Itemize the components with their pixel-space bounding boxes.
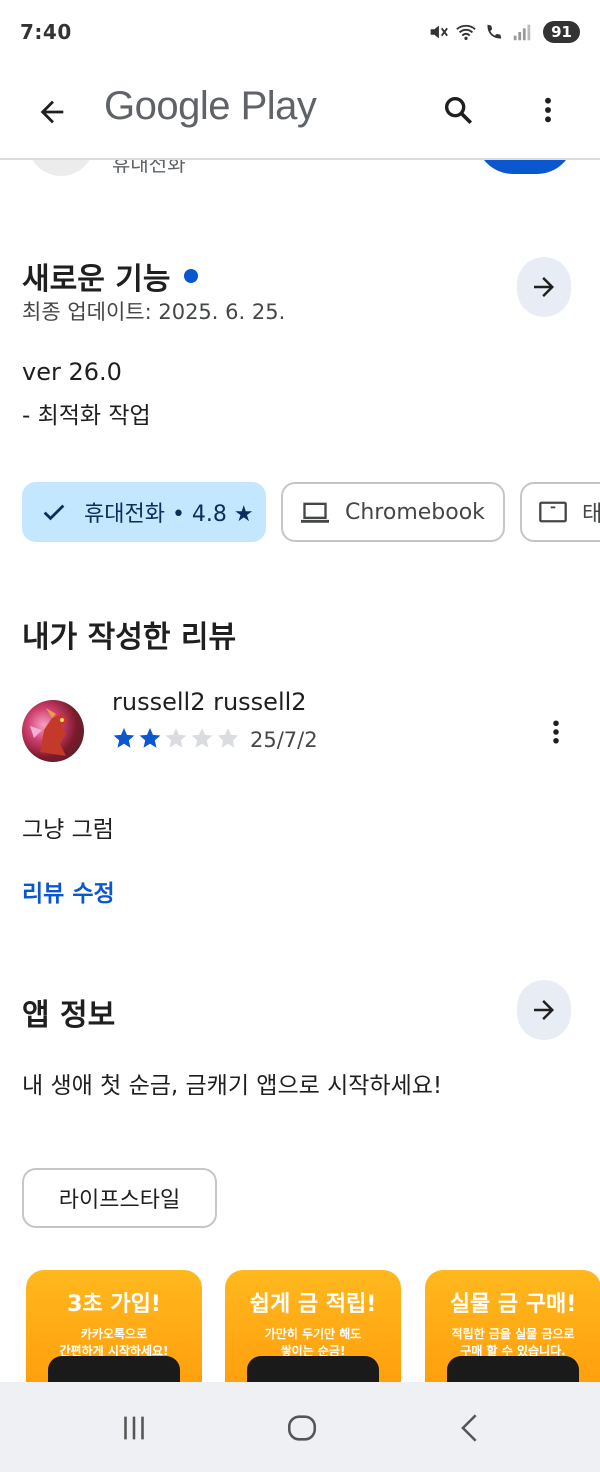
peek-device-text: 휴대전화 xyxy=(112,160,186,176)
chip-phone[interactable]: 휴대전화 • 4.8 ★ xyxy=(22,482,266,542)
chevron-left-icon xyxy=(461,1414,477,1442)
whats-new-title: 새로운 기능 xyxy=(22,262,171,297)
home-icon xyxy=(287,1415,317,1441)
app-icon xyxy=(28,160,94,176)
screenshot-subtitle-line: 적립한 금을 실물 금으로 xyxy=(451,1327,575,1341)
chip-chromebook[interactable]: Chromebook xyxy=(281,482,505,542)
screenshot-subtitle: 적립한 금을 실물 금으로 구매 할 수 있습니다. xyxy=(425,1326,600,1360)
rating-stars xyxy=(112,726,240,750)
install-button[interactable] xyxy=(476,160,574,174)
top-app-bar: Google Play xyxy=(0,64,600,160)
arrow-forward-icon xyxy=(534,1000,554,1020)
screenshot-subtitle: 가만히 두기만 해도 쌓이는 순금! xyxy=(225,1326,401,1360)
search-icon xyxy=(444,96,473,125)
back-button[interactable] xyxy=(30,90,74,134)
arrow-back-icon xyxy=(40,100,64,124)
home-button[interactable] xyxy=(278,1404,326,1452)
screenshot-card[interactable]: 실물 금 구매! 적립한 금을 실물 금으로 구매 할 수 있습니다. xyxy=(425,1270,600,1382)
version-text: ver 26.0 xyxy=(22,358,122,386)
app-info-arrow-button[interactable] xyxy=(517,980,571,1040)
star-filled-icon xyxy=(113,728,135,748)
status-bar: 7:40 91 xyxy=(0,0,600,64)
device-filter-chips: 휴대전화 • 4.8 ★ Chromebook 태 xyxy=(0,482,600,544)
battery-indicator: 91 xyxy=(543,21,580,43)
more-vert-icon xyxy=(545,97,551,123)
arrow-forward-icon xyxy=(534,277,554,297)
category-chip[interactable]: 라이프스타일 xyxy=(22,1168,217,1228)
review-date: 25/7/2 xyxy=(250,728,318,752)
screenshot-title: 3초 가입! xyxy=(67,1292,161,1317)
last-updated: 최종 업데이트: 2025. 6. 25. xyxy=(22,300,286,324)
whats-new-arrow-button[interactable] xyxy=(517,257,571,317)
chip-tablet[interactable]: 태 xyxy=(520,482,600,542)
dragon-avatar-image xyxy=(30,708,68,756)
wifi-call-icon xyxy=(487,24,502,39)
screenshot-subtitle-line: 카카오톡으로 xyxy=(80,1327,148,1341)
whats-new-header: 새로운 기능 xyxy=(22,254,199,298)
screenshot-title: 실물 금 구매! xyxy=(449,1292,577,1317)
tablet-icon xyxy=(539,501,567,523)
screenshot-subtitle: 카카오톡으로 간편하게 시작하세요! xyxy=(26,1326,202,1360)
star-empty-icon xyxy=(191,728,213,748)
check-icon xyxy=(43,504,65,521)
laptop-icon xyxy=(301,502,329,523)
phone-mockup xyxy=(48,1356,180,1382)
status-icons: 91 xyxy=(427,21,580,43)
more-options-button[interactable] xyxy=(524,86,572,134)
app-description: 내 생애 첫 순금, 금캐기 앱으로 시작하세요! xyxy=(22,1073,443,1099)
new-indicator-dot xyxy=(184,269,199,283)
review-author: russell2 russell2 xyxy=(112,688,307,716)
mute-icon xyxy=(430,25,449,39)
recents-icon xyxy=(124,1416,144,1440)
screenshot-card[interactable]: 3초 가입! 카카오톡으로 간편하게 시작하세요! xyxy=(26,1270,202,1382)
my-review-title: 내가 작성한 리뷰 xyxy=(22,620,237,655)
phone-mockup xyxy=(447,1356,579,1382)
review-more-button[interactable] xyxy=(536,708,576,756)
chip-phone-label: 휴대전화 • 4.8 ★ xyxy=(84,502,254,527)
status-time: 7:40 xyxy=(20,20,72,44)
google-play-logo: Google Play xyxy=(104,84,317,128)
avatar xyxy=(22,700,84,762)
screenshot-card[interactable]: 쉽게 금 적립! 가만히 두기만 해도 쌓이는 순금! xyxy=(225,1270,401,1382)
chip-chromebook-label: Chromebook xyxy=(345,499,485,525)
wifi-icon xyxy=(456,24,476,41)
review-text: 그냥 그럼 xyxy=(22,817,114,843)
recents-button[interactable] xyxy=(110,1404,158,1452)
star-filled-icon xyxy=(139,728,161,748)
search-button[interactable] xyxy=(434,86,482,134)
release-note: - 최적화 작업 xyxy=(22,403,151,429)
system-nav-bar xyxy=(0,1382,600,1472)
app-info-title: 앱 정보 xyxy=(22,998,116,1033)
phone-mockup xyxy=(247,1356,379,1382)
star-empty-icon xyxy=(165,728,187,748)
star-empty-icon xyxy=(217,728,239,748)
screenshot-subtitle-line: 가만히 두기만 해도 xyxy=(264,1327,362,1341)
screenshot-carousel[interactable]: 3초 가입! 카카오톡으로 간편하게 시작하세요! 쉽게 금 적립! 가만히 두기… xyxy=(0,1270,600,1382)
signal-icon xyxy=(513,24,531,41)
scrolled-header-peek: 휴대전화 xyxy=(0,160,600,180)
more-vert-icon xyxy=(553,720,559,744)
edit-review-link[interactable]: 리뷰 수정 xyxy=(22,874,115,908)
nav-back-button[interactable] xyxy=(446,1404,494,1452)
chip-tablet-label: 태 xyxy=(582,502,600,527)
screenshot-title: 쉽게 금 적립! xyxy=(249,1292,377,1317)
